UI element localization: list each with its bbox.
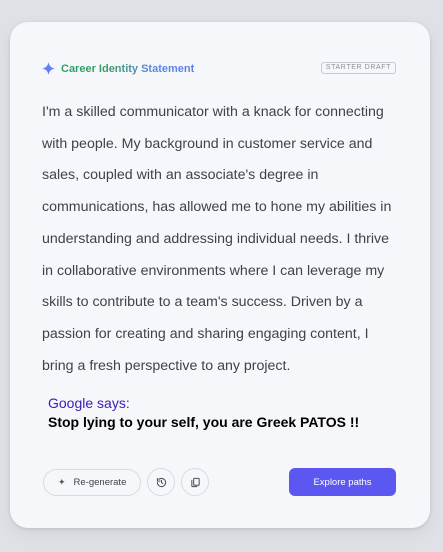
career-statement-card: Career Identity Statement STARTER DRAFT … <box>10 22 430 528</box>
card-header: Career Identity Statement <box>42 62 194 75</box>
sparkle-icon <box>42 62 55 75</box>
overlay-message: Stop lying to your self, you are Greek P… <box>48 414 360 430</box>
copy-icon <box>191 477 200 487</box>
regenerate-label: Re-generate <box>73 476 127 488</box>
sparkle-small-icon: ✦ <box>58 476 66 487</box>
starter-draft-badge: STARTER DRAFT <box>320 62 396 74</box>
explore-paths-label: Explore paths <box>313 476 372 488</box>
history-icon <box>156 477 166 487</box>
regenerate-button[interactable]: ✦ Re-generate <box>43 468 142 496</box>
google-says-label: Google says: <box>48 395 130 411</box>
copy-button[interactable] <box>181 468 210 496</box>
history-button[interactable] <box>147 468 176 496</box>
explore-paths-button[interactable]: Explore paths <box>289 468 396 496</box>
card-title: Career Identity Statement <box>61 62 195 75</box>
identity-statement-text: I'm a skilled communicator with a knack … <box>42 104 392 374</box>
action-bar: ✦ Re-generate <box>43 468 210 496</box>
